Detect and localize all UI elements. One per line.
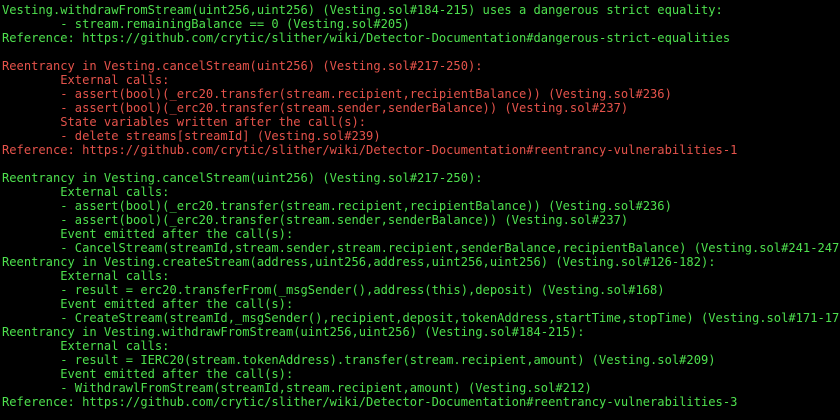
- terminal-line: Reentrancy in Vesting.createStream(addre…: [2, 255, 716, 269]
- terminal-line: - delete streams[streamId] (Vesting.sol#…: [2, 129, 381, 143]
- terminal-line: External calls:: [2, 269, 170, 283]
- terminal-line: Event emitted after the call(s):: [2, 297, 294, 311]
- terminal-line: - assert(bool)(_erc20.transfer(stream.re…: [2, 87, 672, 101]
- terminal-line: - assert(bool)(_erc20.transfer(stream.se…: [2, 213, 629, 227]
- terminal-output[interactable]: Vesting.withdrawFromStream(uint256,uint2…: [0, 0, 840, 420]
- terminal-line: Reentrancy in Vesting.withdrawFromStream…: [2, 325, 585, 339]
- terminal-line: Event emitted after the call(s):: [2, 367, 294, 381]
- terminal-line: Reentrancy in Vesting.cancelStream(uint2…: [2, 171, 483, 185]
- terminal-line: - assert(bool)(_erc20.transfer(stream.se…: [2, 101, 629, 115]
- terminal-line: - CreateStream(streamId,_msgSender(),rec…: [2, 311, 840, 325]
- terminal-line: - stream.remainingBalance == 0 (Vesting.…: [2, 17, 410, 31]
- terminal-line: - result = erc20.transferFrom(_msgSender…: [2, 283, 665, 297]
- terminal-line: External calls:: [2, 339, 170, 353]
- terminal-line: Reference: https://github.com/crytic/sli…: [2, 31, 731, 45]
- terminal-line: Reentrancy in Vesting.cancelStream(uint2…: [2, 59, 483, 73]
- terminal-line: Vesting.withdrawFromStream(uint256,uint2…: [2, 3, 723, 17]
- terminal-line: - assert(bool)(_erc20.transfer(stream.re…: [2, 199, 672, 213]
- terminal-line: Event emitted after the call(s):: [2, 227, 294, 241]
- terminal-line: External calls:: [2, 73, 170, 87]
- terminal-line: - WithdrawlFromStream(streamId,stream.re…: [2, 381, 592, 395]
- terminal-line: Reference: https://github.com/crytic/sli…: [2, 395, 738, 409]
- terminal-line: - result = IERC20(stream.tokenAddress).t…: [2, 353, 716, 367]
- terminal-line: External calls:: [2, 185, 170, 199]
- terminal-line: State variables written after the call(s…: [2, 115, 367, 129]
- terminal-line: - CancelStream(streamId,stream.sender,st…: [2, 241, 840, 255]
- terminal-line: Reference: https://github.com/crytic/sli…: [2, 143, 738, 157]
